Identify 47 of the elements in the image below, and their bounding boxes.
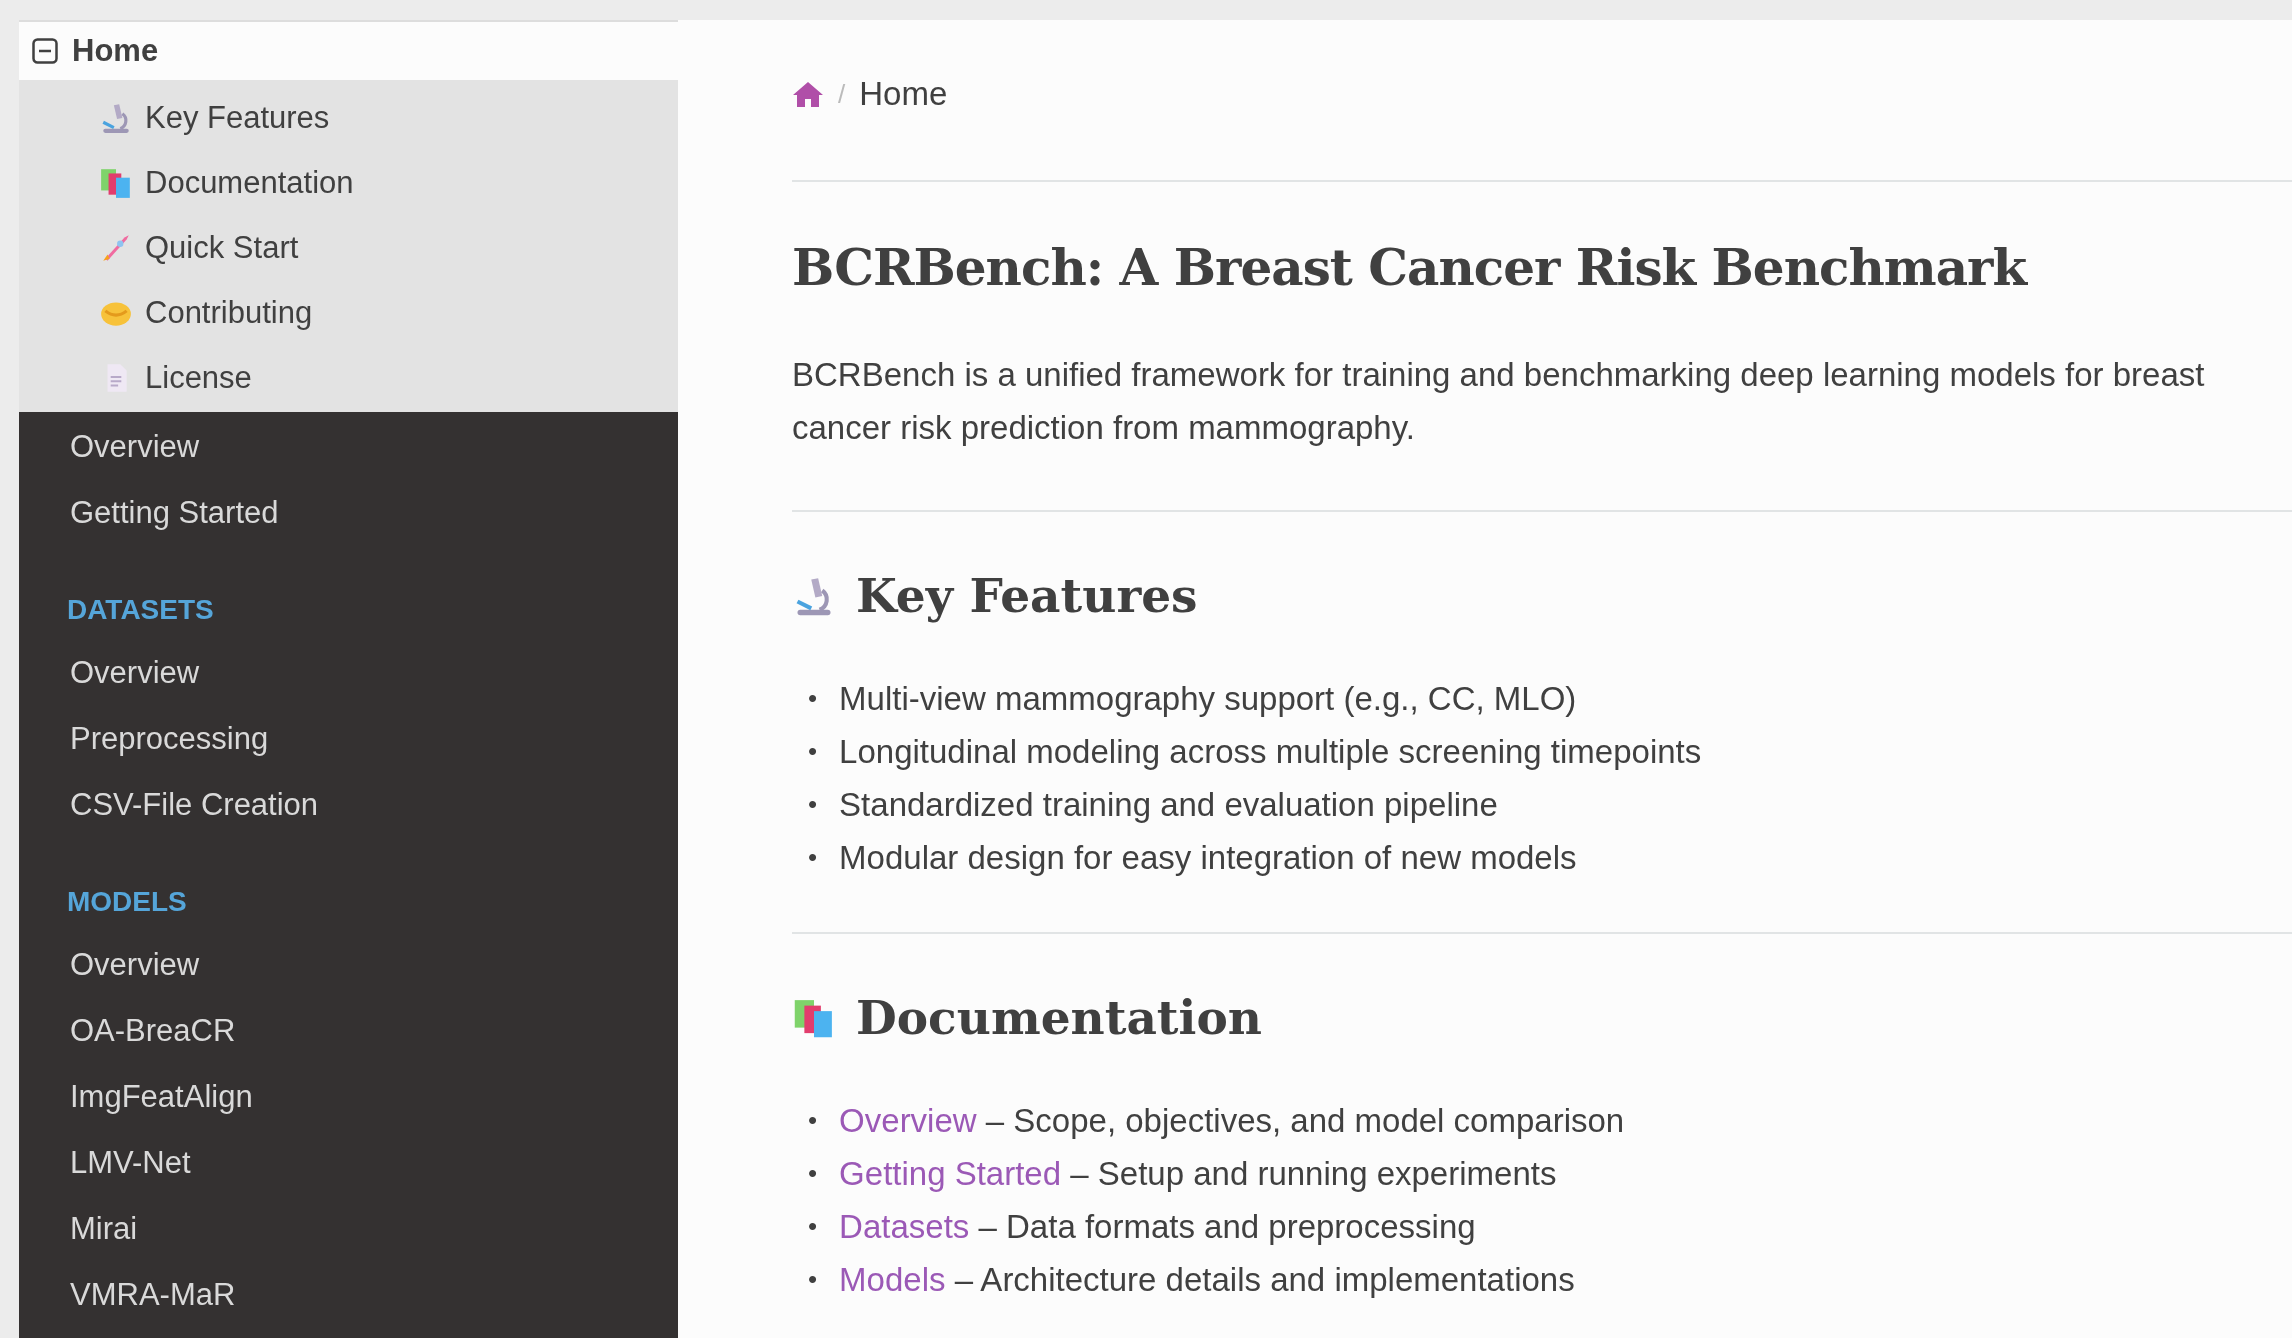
bullet-text: Overview – Scope, objectives, and model comparison [839,1101,1625,1141]
bullet-text: Datasets – Data formats and preprocessing [839,1207,1476,1247]
sidebar-link[interactable]: Getting Started [19,480,678,546]
sidebar-link[interactable]: ImgFeatAlign [19,1064,678,1130]
bullet-text: Standardized training and evaluation pipeline [839,785,1498,825]
bullet-text: Models – Architecture details and implementations [839,1260,1575,1300]
bullet: • [808,682,818,715]
doc-link[interactable]: Overview [839,1102,977,1139]
bullet: • [808,788,818,821]
section-caption: MODELS [66,885,188,919]
bullet: • [808,1210,818,1243]
section-heading: Key Features [856,568,1198,624]
sidebar-link[interactable]: LMV-Net [19,1130,678,1196]
sidebar-link[interactable]: Key Features [19,85,678,150]
home-icon[interactable] [792,80,824,108]
bullet-text: Getting Started – Setup and running experiments [839,1154,1557,1194]
bullet-text: Longitudinal modeling across multiple screening timepoints [839,732,1702,772]
sidebar-link[interactable]: Mirai [19,1196,678,1262]
breadcrumb-separator: / [838,78,846,110]
bullet-text: Multi-view mammography support (e.g., CC, MLO) [839,679,1577,719]
page-title: BCRBench: A Breast Cancer Risk Benchmark [792,238,2029,298]
sidebar-link[interactable]: Overview [19,640,678,706]
collapse-icon[interactable] [32,38,58,64]
bullet: • [808,1263,818,1296]
bullet: • [808,1157,818,1190]
sidebar-link[interactable]: Contributing [19,280,678,345]
intro-paragraph: BCRBench is a unified framework for training and benchmarking deep learning models for breast cancer risk prediction from mammography. [792,348,2292,512]
sidebar-link[interactable]: License [19,345,678,410]
breadcrumb-current: Home [859,75,948,113]
sidebar-link[interactable]: Preprocessing [19,706,678,772]
sidebar-link[interactable]: CSV-File Creation [19,772,678,838]
sidebar-link[interactable]: Documentation [19,150,678,215]
bullet-text: Modular design for easy integration of new models [839,838,1577,878]
bullet: • [808,1104,818,1137]
section-heading: Documentation [856,990,1262,1046]
bullet: • [808,735,818,768]
sidebar-link[interactable]: VMRA-MaR [19,1262,678,1328]
doc-link[interactable]: Getting Started [839,1155,1062,1192]
bullet: • [808,841,818,874]
sidebar-link[interactable]: Overview [19,932,678,998]
section-caption: DATASETS [66,593,215,627]
doc-link[interactable]: Datasets [839,1208,970,1245]
sidebar-link[interactable]: Quick Start [19,215,678,280]
sidebar-link[interactable]: OA-BreaCR [19,998,678,1064]
sidebar-link[interactable]: Overview [19,414,678,480]
sidebar-link[interactable]: Home [72,33,159,69]
doc-link[interactable]: Models [839,1261,946,1298]
